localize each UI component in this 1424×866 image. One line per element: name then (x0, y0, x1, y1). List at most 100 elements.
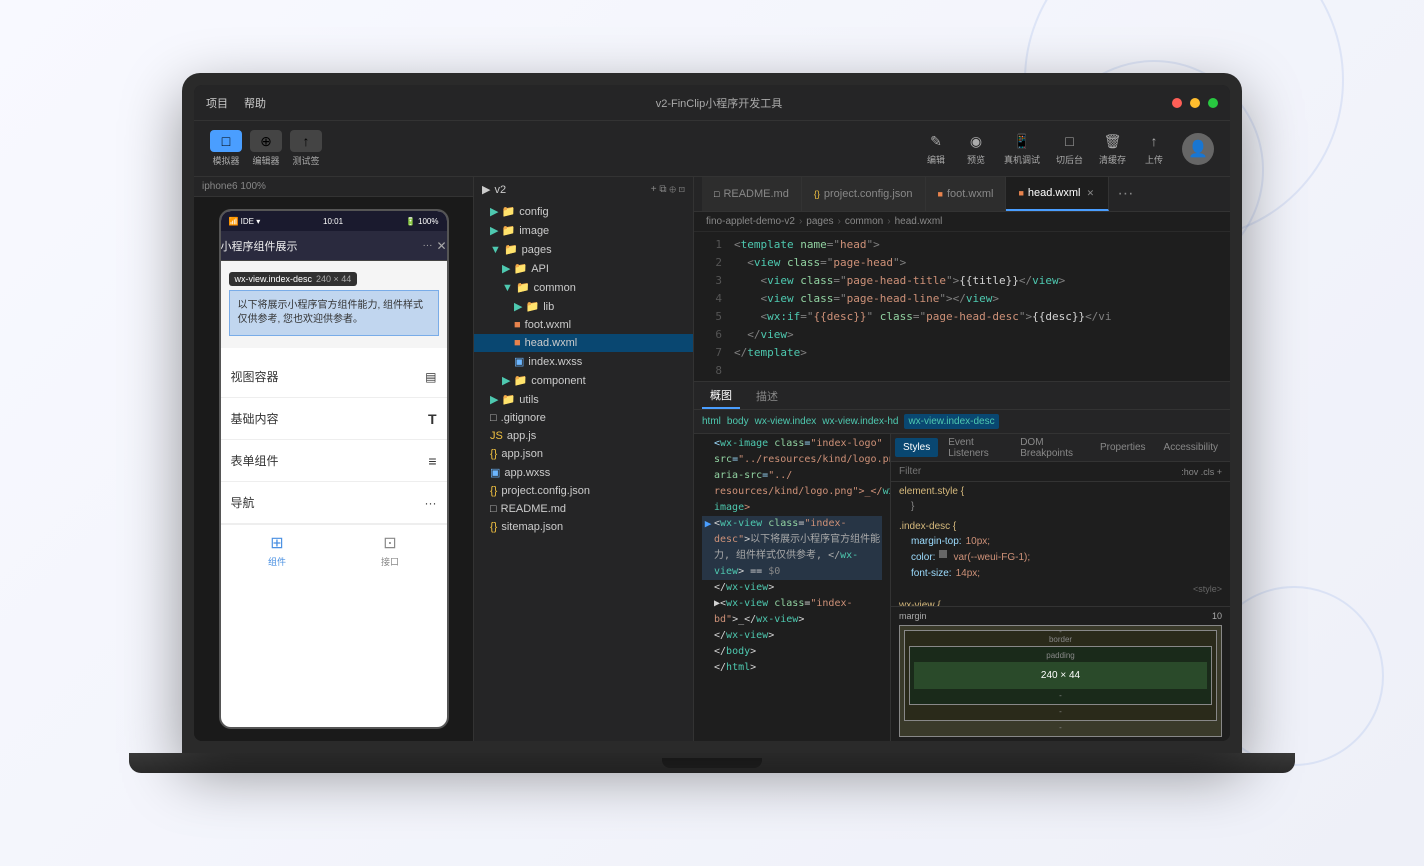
folder-pages[interactable]: ▼ 📁 pages (474, 240, 693, 259)
file-sitemap[interactable]: {} sitemap.json (474, 518, 693, 536)
folder-lib[interactable]: ▶ 📁 lib (474, 297, 693, 316)
bottom-content: <wx-image class="index-logo" src="../res… (694, 434, 1230, 741)
elem-html[interactable]: html (702, 416, 721, 427)
tab-dom-breakpoints[interactable]: DOM Breakpoints (1012, 434, 1090, 463)
preview-label: 预览 (967, 153, 985, 166)
phone-app-title: 小程序组件展示 ··· ✕ (221, 231, 447, 261)
breadcrumb-pages[interactable]: pages (806, 216, 833, 227)
elem-body[interactable]: body (727, 416, 749, 427)
menu-item-help[interactable]: 帮助 (244, 95, 266, 111)
menu-item-basic[interactable]: 基础内容 T (221, 398, 447, 440)
upload-icon: ↑ (1142, 131, 1166, 151)
box-model-header: margin 10 (899, 611, 1222, 621)
close-button[interactable] (1172, 98, 1182, 108)
breadcrumb-common[interactable]: common (845, 216, 883, 227)
file-app-js[interactable]: JS app.js (474, 427, 693, 445)
edit-action[interactable]: ✎ 编辑 (924, 131, 948, 166)
folder-utils[interactable]: ▶ 📁 utils (474, 390, 693, 409)
tab-description[interactable]: 描述 (748, 384, 786, 408)
device-debug-label: 真机调试 (1004, 153, 1040, 166)
tab-properties[interactable]: Properties (1092, 438, 1154, 457)
nav-interface[interactable]: ⊡ 接口 (334, 525, 447, 576)
menu-item-view[interactable]: 视图容器 ▤ (221, 356, 447, 398)
elem-wx-view-index-hd[interactable]: wx-view.index-hd (822, 416, 898, 427)
tab-overflow-button[interactable]: ··· (1109, 185, 1141, 203)
tab-project-config[interactable]: {} project.config.json (802, 177, 926, 211)
toolbar: □ 模拟器 ⊕ 编辑器 ↑ 测试签 ✎ 编辑 (194, 121, 1230, 177)
breadcrumb-file[interactable]: head.wxml (895, 216, 943, 227)
rule-empty-body: } (899, 499, 1222, 515)
file-project-config[interactable]: {} project.config.json (474, 482, 693, 500)
menu-item-project[interactable]: 项目 (206, 95, 228, 111)
margin-top-value: - (1059, 627, 1062, 636)
user-avatar[interactable]: 👤 (1182, 133, 1214, 165)
toolbar-left: □ 模拟器 ⊕ 编辑器 ↑ 测试签 (210, 130, 322, 167)
simulator-button[interactable]: □ 模拟器 (210, 130, 242, 167)
folder-icon: ▶ 📁 (490, 205, 515, 218)
tab-styles[interactable]: Styles (895, 438, 938, 457)
preview-action[interactable]: ◉ 预览 (964, 131, 988, 166)
file-app-json[interactable]: {} app.json (474, 445, 693, 463)
nav-component[interactable]: ⊞ 组件 (221, 525, 334, 576)
tab-close-button[interactable]: ✕ (1084, 187, 1096, 199)
tab-accessibility[interactable]: Accessibility (1156, 438, 1226, 457)
border-label: border (909, 635, 1212, 644)
html-line-4: view> == $0 (702, 564, 882, 580)
folder-component[interactable]: ▶ 📁 component (474, 371, 693, 390)
content-box: 240 × 44 (914, 662, 1207, 689)
styles-filter-input[interactable] (899, 466, 1177, 477)
code-line-2: 2 <view class="page-head"> (694, 254, 1230, 272)
tab-foot-wxml[interactable]: ■ foot.wxml (926, 177, 1007, 211)
phone-title-close[interactable]: ✕ (436, 239, 446, 253)
code-editor[interactable]: 1 <template name="head"> 2 <view class="… (694, 232, 1230, 381)
breadcrumb-root[interactable]: fino-applet-demo-v2 (706, 216, 795, 227)
file-gitignore[interactable]: □ .gitignore (474, 409, 693, 427)
rule-element-style: element.style { } (899, 486, 1222, 515)
file-index-wxss[interactable]: ▣ index.wxss (474, 352, 693, 371)
elem-wx-view-index[interactable]: wx-view.index (755, 416, 817, 427)
file-tree-actions[interactable]: + ⧉ ⊕ ⊡ (651, 184, 685, 195)
folder-api[interactable]: ▶ 📁 API (474, 259, 693, 278)
html-preview-code[interactable]: <wx-image class="index-logo" src="../res… (694, 434, 890, 741)
phone-title-more[interactable]: ··· (422, 240, 432, 251)
editor-button[interactable]: ⊕ 编辑器 (250, 130, 282, 167)
code-line-7: 7 </template> (694, 344, 1230, 362)
code-line-4: 4 <view class="page-head-line"></view> (694, 290, 1230, 308)
file-readme[interactable]: □ README.md (474, 500, 693, 518)
tab-event-listeners[interactable]: Event Listeners (940, 434, 1010, 463)
basic-icon: T (428, 411, 437, 427)
tab-readme[interactable]: □ README.md (702, 177, 802, 211)
clear-cache-action[interactable]: 🗑 清缓存 (1099, 131, 1126, 166)
xml-tab-icon: ■ (938, 189, 943, 199)
tab-head-wxml[interactable]: ■ head.wxml ✕ (1006, 177, 1109, 211)
file-app-wxss[interactable]: ▣ app.wxss (474, 463, 693, 482)
test-button[interactable]: ↑ 测试签 (290, 130, 322, 167)
file-head-wxml[interactable]: ■ head.wxml (474, 334, 693, 352)
folder-common[interactable]: ▼ 📁 common (474, 278, 693, 297)
elem-wx-view-index-desc[interactable]: wx-view.index-desc (904, 414, 998, 429)
padding-bottom-value: - (914, 691, 1207, 700)
maximize-button[interactable] (1208, 98, 1218, 108)
interface-nav-icon: ⊡ (383, 533, 396, 553)
device-debug-action[interactable]: 📱 真机调试 (1004, 131, 1040, 166)
folder-image[interactable]: ▶ 📁 image (474, 221, 693, 240)
json-file-icon: {} (490, 448, 497, 460)
device-debug-icon: 📱 (1010, 131, 1034, 151)
upload-label: 上传 (1145, 153, 1163, 166)
styles-panel: Styles Event Listeners DOM Breakpoints P… (890, 434, 1230, 741)
folder-icon: ▶ 📁 (502, 374, 527, 387)
menu-item-form[interactable]: 表单组件 ≡ (221, 440, 447, 482)
background-action[interactable]: □ 切后台 (1056, 131, 1083, 166)
upload-action[interactable]: ↑ 上传 (1142, 131, 1166, 166)
box-model-section: margin 10 - border padding (891, 606, 1230, 741)
folder-config[interactable]: ▶ 📁 config (474, 202, 693, 221)
phone-panel-header: iphone6 100% (194, 177, 473, 197)
code-line-3: 3 <view class="page-head-title">{{title}… (694, 272, 1230, 290)
minimize-button[interactable] (1190, 98, 1200, 108)
tab-overview[interactable]: 概图 (702, 383, 740, 409)
styles-content: element.style { } .index-desc { margin-t… (891, 482, 1230, 606)
menu-item-nav[interactable]: 导航 ··· (221, 482, 447, 524)
html-line-8: </body> (702, 644, 882, 660)
file-foot-wxml[interactable]: ■ foot.wxml (474, 316, 693, 334)
phone-status-bar: 📶 IDE ▾ 10:01 🔋 100% (221, 211, 447, 231)
